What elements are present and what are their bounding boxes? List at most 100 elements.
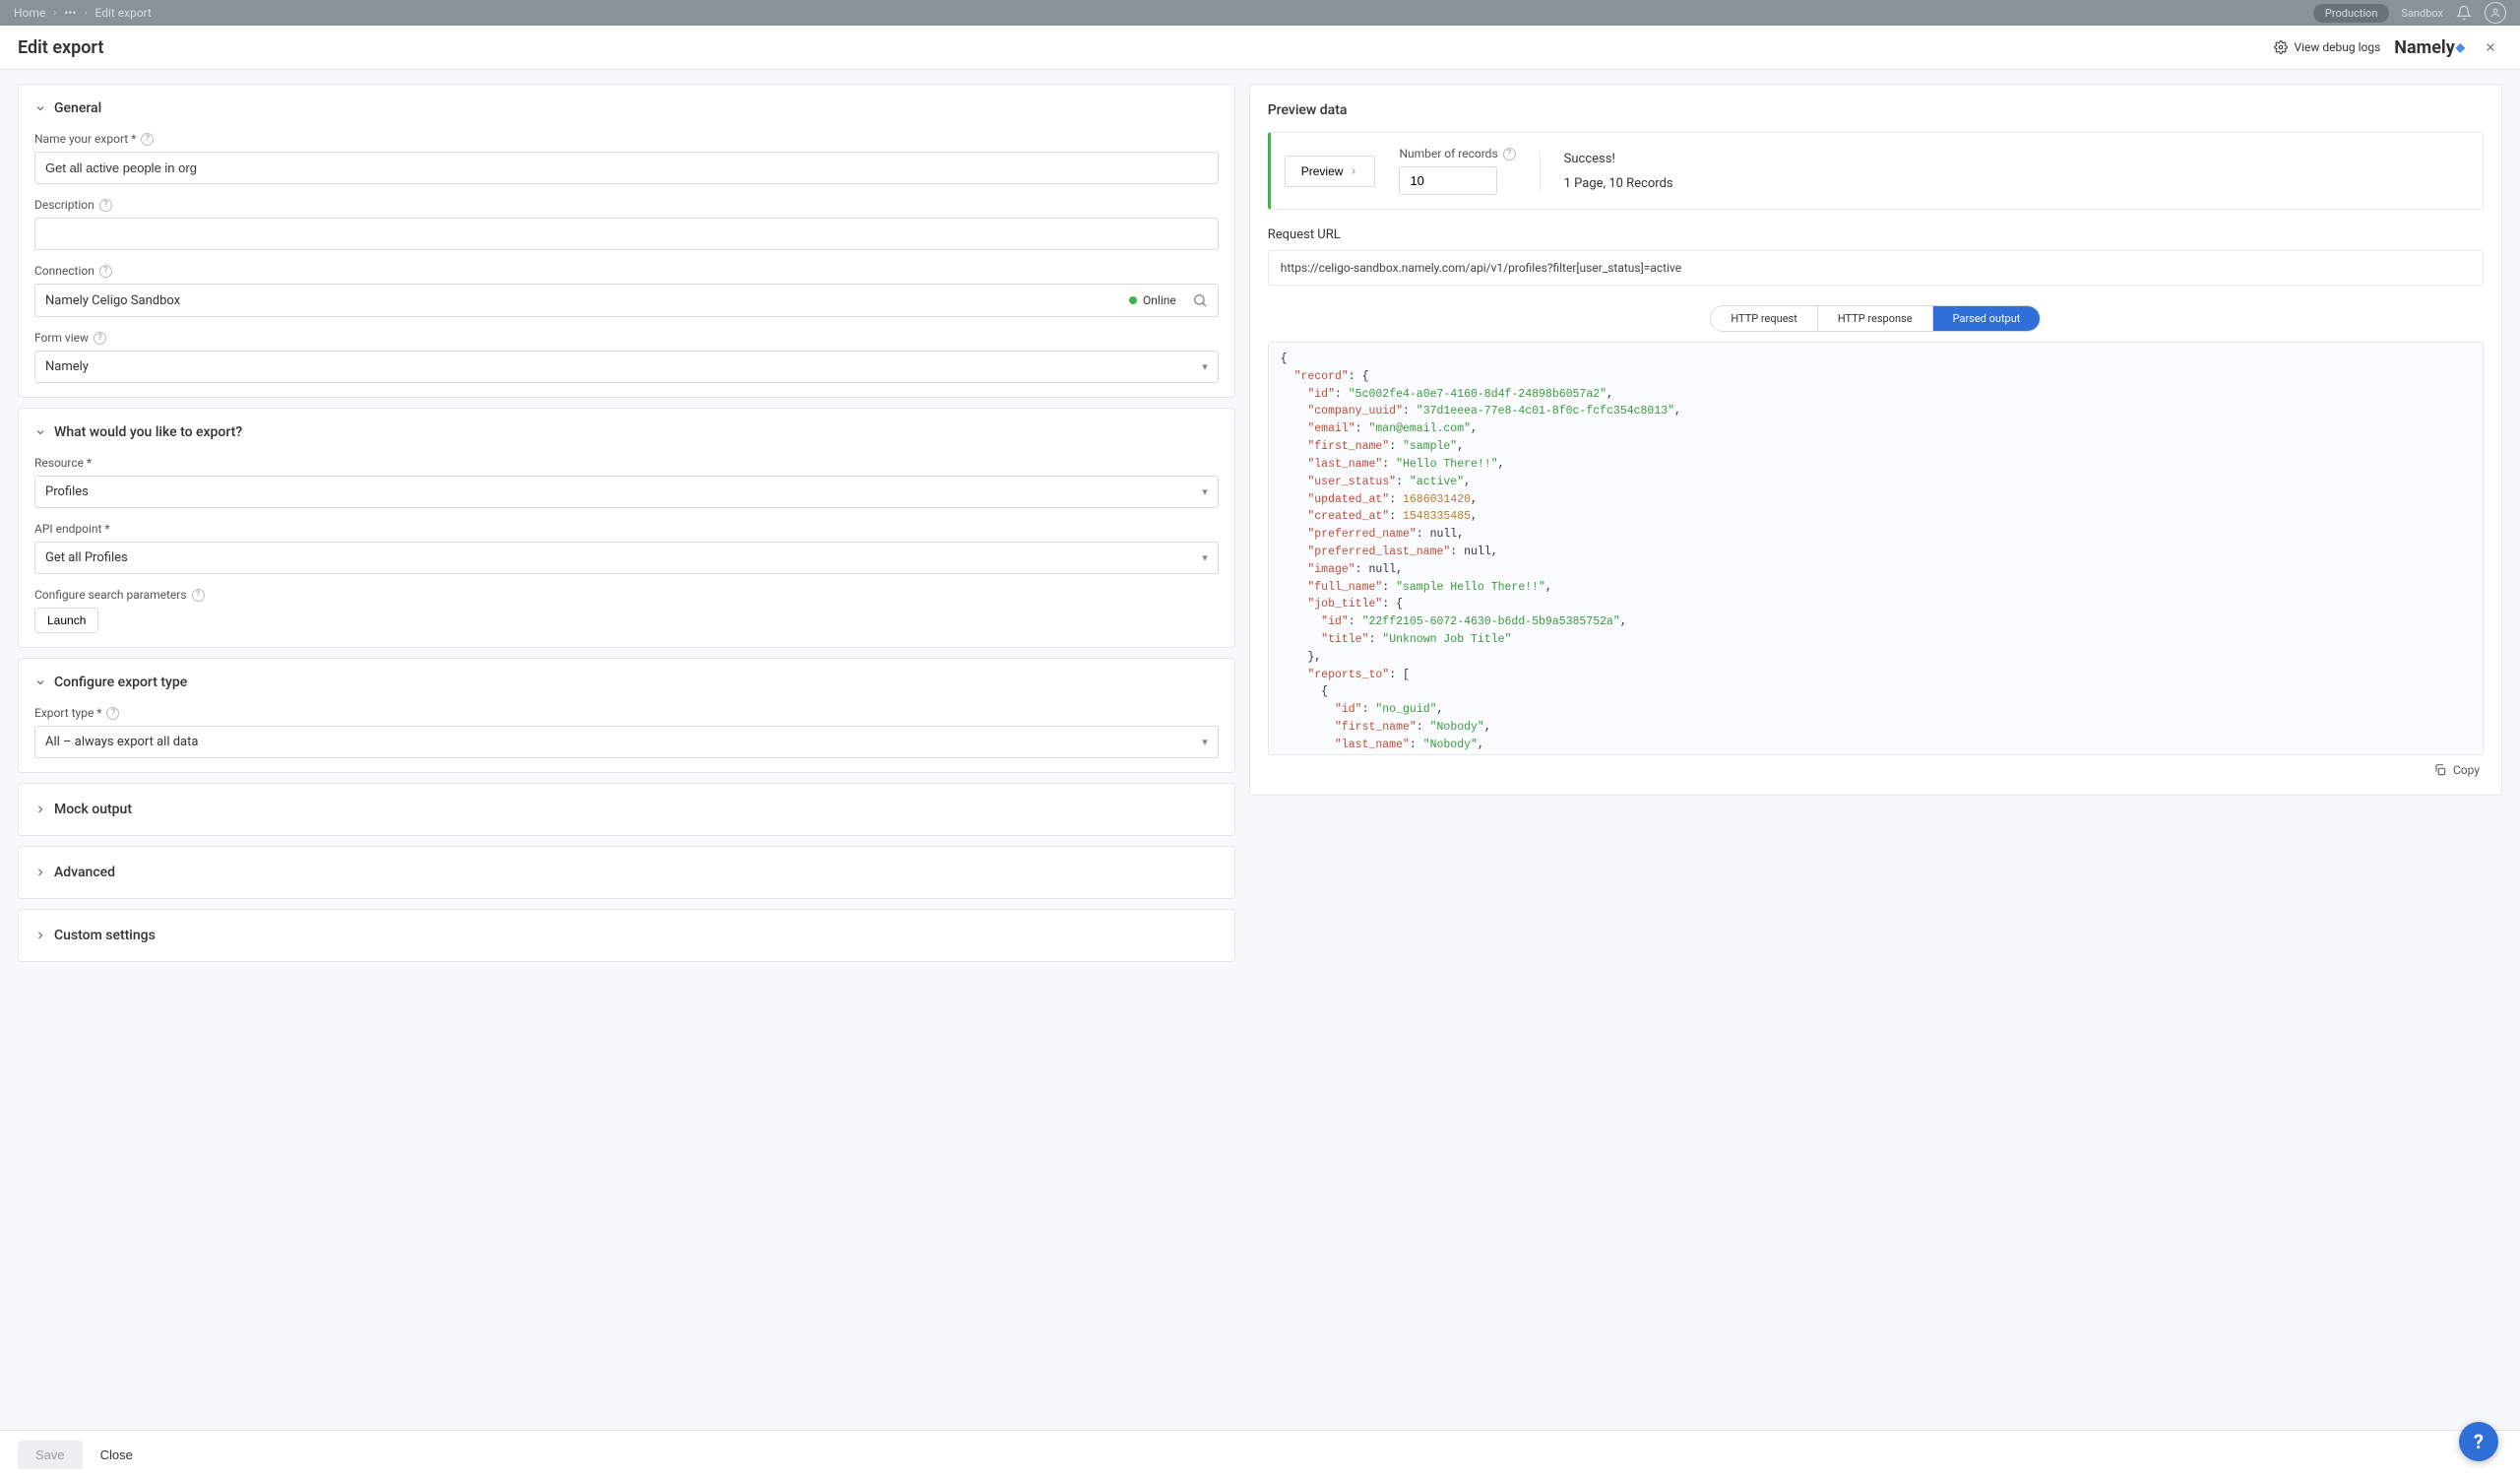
- connection-select[interactable]: Namely Celigo Sandbox Online: [34, 284, 1219, 317]
- request-url-box[interactable]: https://celigo-sandbox.namely.com/api/v1…: [1268, 250, 2484, 286]
- description-label: Description: [34, 198, 94, 212]
- chevron-down-icon: ▾: [1202, 736, 1208, 748]
- chevron-right-icon: ›: [53, 8, 56, 19]
- breadcrumb-current: Edit export: [94, 6, 151, 20]
- chevron-right-icon: ›: [84, 8, 87, 19]
- divider: [1540, 152, 1541, 191]
- help-icon[interactable]: ?: [99, 199, 112, 212]
- chevron-down-icon: [34, 102, 46, 114]
- copy-label: Copy: [2453, 763, 2480, 777]
- section-custom-header[interactable]: Custom settings: [34, 924, 1219, 947]
- page-title: Edit export: [18, 37, 103, 58]
- search-params-label: Configure search parameters: [34, 588, 187, 602]
- view-debug-logs-link[interactable]: View debug logs: [2274, 40, 2380, 54]
- section-advanced-title: Advanced: [54, 865, 115, 880]
- section-export-what-header[interactable]: What would you like to export?: [34, 422, 1219, 442]
- help-icon[interactable]: ?: [1503, 148, 1516, 161]
- success-column: Success! 1 Page, 10 Records: [1564, 152, 1673, 191]
- chevron-down-icon: [34, 804, 46, 815]
- field-resource: Resource * Profiles ▾: [34, 456, 1219, 508]
- chevron-down-icon: ▾: [1202, 485, 1208, 498]
- section-general: General Name your export * ? Description…: [18, 84, 1235, 398]
- header-right: View debug logs Namely◆: [2274, 35, 2502, 59]
- env-sandbox[interactable]: Sandbox: [2401, 7, 2443, 20]
- success-text: Success!: [1564, 152, 1673, 166]
- help-icon[interactable]: ?: [141, 133, 154, 146]
- resource-select[interactable]: Profiles ▾: [34, 476, 1219, 508]
- tab-parsed-output[interactable]: Parsed output: [1933, 306, 2041, 331]
- chevron-down-icon: [34, 426, 46, 438]
- section-general-title: General: [54, 100, 101, 116]
- form-view-label: Form view: [34, 331, 89, 345]
- section-advanced-header[interactable]: Advanced: [34, 861, 1219, 884]
- field-form-view: Form view ? Namely ▾: [34, 331, 1219, 383]
- form-view-select[interactable]: Namely ▾: [34, 351, 1219, 383]
- chevron-right-icon: [1349, 166, 1358, 176]
- api-endpoint-select[interactable]: Get all Profiles ▾: [34, 542, 1219, 574]
- save-button[interactable]: Save: [18, 1441, 83, 1469]
- section-general-header[interactable]: General: [34, 98, 1219, 118]
- env-production-pill[interactable]: Production: [2313, 4, 2389, 23]
- section-mock-header[interactable]: Mock output: [34, 798, 1219, 821]
- tab-http-response[interactable]: HTTP response: [1818, 306, 1933, 331]
- chevron-down-icon: [34, 867, 46, 878]
- chevron-down-icon: ▾: [1202, 551, 1208, 564]
- breadcrumb-home[interactable]: Home: [14, 6, 45, 20]
- section-configure-type-title: Configure export type: [54, 675, 187, 690]
- section-advanced: Advanced: [18, 846, 1235, 899]
- api-endpoint-label: API endpoint *: [34, 522, 110, 536]
- footer: Save Close: [0, 1430, 2520, 1479]
- name-label: Name your export *: [34, 132, 136, 146]
- description-input[interactable]: [34, 218, 1219, 250]
- copy-icon: [2433, 763, 2447, 777]
- chevron-down-icon: ▾: [1202, 360, 1208, 373]
- search-icon[interactable]: [1192, 292, 1208, 308]
- section-configure-type-header[interactable]: Configure export type: [34, 673, 1219, 692]
- field-description: Description ?: [34, 198, 1219, 250]
- breadcrumb-dots[interactable]: •••: [64, 6, 76, 20]
- field-name: Name your export * ?: [34, 132, 1219, 184]
- request-url-label: Request URL: [1268, 227, 2484, 242]
- field-api-endpoint: API endpoint * Get all Profiles ▾: [34, 522, 1219, 574]
- user-avatar-icon[interactable]: [2485, 2, 2506, 24]
- preview-button-label: Preview: [1301, 164, 1344, 178]
- export-type-value: All – always export all data: [45, 735, 198, 749]
- close-icon: [2484, 40, 2497, 54]
- section-export-what-title: What would you like to export?: [54, 424, 242, 440]
- parsed-output-code[interactable]: { "record": { "id": "5c002fe4-a0e7-4160-…: [1268, 342, 2484, 755]
- resource-value: Profiles: [45, 484, 89, 499]
- brand-logo: Namely◆: [2394, 37, 2465, 58]
- copy-button[interactable]: Copy: [1268, 755, 2484, 777]
- help-icon[interactable]: ?: [192, 589, 205, 602]
- export-type-label: Export type *: [34, 706, 101, 720]
- resource-label: Resource *: [34, 456, 92, 470]
- bell-icon[interactable]: [2455, 4, 2473, 22]
- records-box: Number of records ?: [1399, 147, 1515, 195]
- close-button[interactable]: [2479, 35, 2502, 59]
- preview-button[interactable]: Preview: [1285, 156, 1376, 187]
- chevron-down-icon: [34, 676, 46, 688]
- help-icon[interactable]: ?: [99, 265, 112, 278]
- name-input[interactable]: [34, 152, 1219, 184]
- breadcrumb: Home › ••• › Edit export: [14, 6, 152, 20]
- debug-label: View debug logs: [2294, 40, 2380, 54]
- records-input[interactable]: [1399, 166, 1497, 195]
- right-column: Preview data Preview Number of records ?…: [1249, 84, 2502, 1382]
- gear-icon: [2274, 40, 2288, 54]
- status-dot-icon: [1129, 296, 1137, 304]
- records-label: Number of records: [1399, 147, 1497, 161]
- topbar-right: Production Sandbox: [2313, 2, 2506, 24]
- field-search-params: Configure search parameters ? Launch: [34, 588, 1219, 633]
- help-icon[interactable]: ?: [106, 707, 119, 720]
- close-link[interactable]: Close: [100, 1441, 133, 1469]
- section-custom-title: Custom settings: [54, 928, 156, 943]
- connection-value: Namely Celigo Sandbox: [45, 293, 180, 308]
- launch-button[interactable]: Launch: [34, 608, 98, 633]
- connection-status: Online: [1143, 293, 1176, 307]
- export-type-select[interactable]: All – always export all data ▾: [34, 726, 1219, 758]
- field-connection: Connection ? Namely Celigo Sandbox Onlin…: [34, 264, 1219, 317]
- response-tabs: HTTP request HTTP response Parsed output: [1268, 305, 2484, 332]
- help-icon[interactable]: ?: [94, 332, 106, 345]
- help-bubble-button[interactable]: ?: [2459, 1422, 2498, 1461]
- tab-http-request[interactable]: HTTP request: [1711, 306, 1817, 331]
